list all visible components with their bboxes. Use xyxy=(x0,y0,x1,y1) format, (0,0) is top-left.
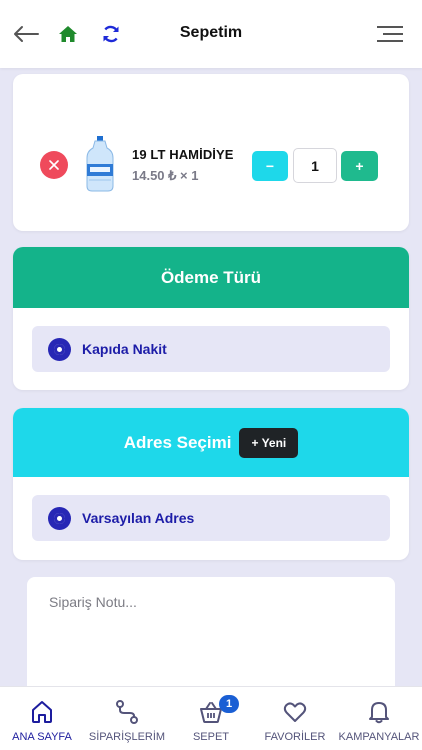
top-header: Sepetim xyxy=(0,0,422,68)
address-option-label: Varsayılan Adres xyxy=(82,510,195,526)
address-section: Adres Seçimi + Yeni Varsayılan Adres xyxy=(13,408,409,560)
nav-label: SİPARİŞLERİM xyxy=(88,731,166,743)
nav-item-favorites[interactable]: FAVORİLER xyxy=(262,687,328,750)
product-price: 14.50 ₺ × 1 xyxy=(132,168,199,183)
radio-selected-icon[interactable] xyxy=(48,506,71,530)
nav-label: FAVORİLER xyxy=(264,731,326,743)
cart-item-card: 19 LT HAMİDİYE 14.50 ₺ × 1 − + xyxy=(13,74,409,231)
payment-title: Ödeme Türü xyxy=(160,267,262,287)
menu-icon xyxy=(377,26,403,42)
order-note-input[interactable] xyxy=(27,577,395,697)
cart-count-badge: 1 xyxy=(219,695,239,713)
home-outline-icon xyxy=(32,701,52,723)
radio-selected-icon[interactable] xyxy=(48,337,71,361)
payment-header: Ödeme Türü xyxy=(13,247,409,308)
remove-item-button[interactable] xyxy=(40,151,68,179)
page-title: Sepetim xyxy=(179,24,243,41)
address-option-default[interactable]: Varsayılan Adres xyxy=(32,495,390,541)
payment-section: Ödeme Türü Kapıda Nakit xyxy=(13,247,409,390)
nav-item-home[interactable]: ANA SAYFA xyxy=(10,687,74,750)
nav-label: ANA SAYFA xyxy=(12,731,72,743)
quantity-input[interactable] xyxy=(293,148,337,183)
bottom-nav: ANA SAYFA SİPARİŞLERİM SEPET 1 FAVORİLER… xyxy=(0,686,422,750)
water-bottle-icon xyxy=(86,136,114,192)
decrease-quantity-button[interactable]: − xyxy=(252,151,288,181)
payment-option-label: Kapıda Nakit xyxy=(82,341,167,357)
heart-icon xyxy=(283,702,307,722)
new-address-button[interactable]: + Yeni xyxy=(239,427,299,458)
nav-label: SEPET xyxy=(192,731,230,743)
nav-item-campaigns[interactable]: KAMPANYALAR xyxy=(338,687,420,750)
address-title: Adres Seçimi xyxy=(123,432,232,452)
address-header: Adres Seçimi + Yeni xyxy=(13,408,409,477)
increase-quantity-button[interactable]: + xyxy=(341,151,378,181)
product-name: 19 LT HAMİDİYE xyxy=(132,147,234,162)
menu-button[interactable] xyxy=(374,18,406,50)
payment-option-cash[interactable]: Kapıda Nakit xyxy=(32,326,390,372)
bell-icon xyxy=(369,702,389,724)
nav-item-orders[interactable]: SİPARİŞLERİM xyxy=(88,687,166,750)
nav-label: KAMPANYALAR xyxy=(338,731,420,743)
nav-item-cart[interactable]: SEPET 1 xyxy=(181,687,241,750)
route-icon xyxy=(116,700,138,724)
close-icon xyxy=(49,160,59,170)
